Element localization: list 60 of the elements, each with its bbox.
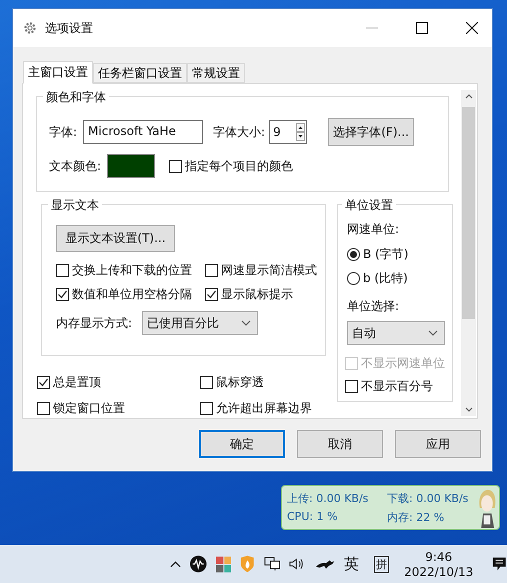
- checkbox[interactable]: 显示鼠标提示: [205, 286, 317, 303]
- ime-indicator[interactable]: 拼: [374, 556, 390, 572]
- checkbox[interactable]: 总是置顶: [37, 374, 200, 391]
- choose-font-button[interactable]: 选择字体(F)...: [328, 118, 414, 146]
- close-icon[interactable]: [466, 22, 478, 34]
- text-settings-button[interactable]: 显示文本设置(T)...: [56, 225, 175, 252]
- app-tiles-icon[interactable]: [216, 556, 232, 572]
- font-field[interactable]: Microsoft YaHe: [83, 120, 204, 144]
- memory-mode-dropdown[interactable]: 已使用百分比: [142, 311, 258, 335]
- scrollbar[interactable]: [461, 90, 476, 416]
- checkbox[interactable]: 不显示百分号: [345, 378, 446, 395]
- group-title: 颜色和字体: [43, 89, 109, 106]
- chevron-down-icon: [428, 330, 438, 336]
- spin-arrows-icon[interactable]: [296, 123, 306, 141]
- check-icon: [57, 289, 68, 300]
- chevron-up-icon[interactable]: [464, 94, 472, 99]
- font-size-spinner[interactable]: 9: [269, 120, 308, 144]
- chevron-down-icon[interactable]: [464, 407, 472, 412]
- tab[interactable]: 主窗口设置: [23, 61, 93, 84]
- color-swatch[interactable]: [107, 154, 156, 178]
- dialog-button[interactable]: 应用: [395, 430, 481, 458]
- radio-button[interactable]: B (字节): [347, 246, 446, 263]
- check-icon: [206, 289, 217, 300]
- group-title: 单位设置: [342, 197, 396, 214]
- unit-select-label: 单位选择:: [347, 298, 400, 315]
- unit-dropdown[interactable]: 自动: [347, 321, 445, 345]
- font-label: 字体:: [49, 124, 78, 140]
- language-indicator[interactable]: 英: [344, 554, 360, 574]
- stat-text: 上传: 0.00 KB/s: [287, 490, 370, 506]
- font-size-label: 字体大小:: [213, 124, 266, 140]
- waveform-icon[interactable]: [190, 555, 207, 573]
- group-title: 显示文本: [48, 197, 102, 214]
- maximize-icon[interactable]: [416, 22, 428, 34]
- network-icon[interactable]: [264, 556, 280, 572]
- memory-mode-label: 内存显示方式:: [56, 314, 132, 332]
- check-icon: [38, 377, 49, 388]
- text-color-label: 文本颜色:: [49, 158, 102, 174]
- clock-time[interactable]: 9:46: [425, 550, 452, 564]
- speed-unit-label: 网速单位:: [347, 221, 400, 238]
- checkbox[interactable]: 交换上传和下载的位置: [56, 262, 205, 279]
- dialog-button[interactable]: 确定: [199, 430, 285, 458]
- chevron-up-icon[interactable]: [170, 560, 182, 568]
- stat-text: CPU: 1 %: [287, 510, 339, 524]
- radio-button[interactable]: b (比特): [347, 270, 446, 287]
- gear-icon: [23, 21, 37, 35]
- checkbox[interactable]: 鼠标穿透: [200, 374, 326, 391]
- tab[interactable]: 常规设置: [187, 63, 245, 83]
- dialog-button[interactable]: 取消: [297, 430, 383, 458]
- checkbox[interactable]: 指定每个项目的颜色: [169, 158, 294, 174]
- checkbox[interactable]: 网速显示简洁模式: [205, 262, 317, 279]
- stat-text: 下载: 0.00 KB/s: [387, 490, 468, 506]
- checkbox[interactable]: 允许超出屏幕边界: [200, 400, 326, 417]
- window-title: 选项设置: [45, 20, 93, 36]
- clock-date[interactable]: 2022/10/13: [404, 564, 474, 578]
- chevron-down-icon: [241, 320, 252, 326]
- stat-text: 内存: 22 %: [387, 510, 446, 524]
- checkbox[interactable]: 锁定窗口位置: [37, 400, 200, 417]
- tab[interactable]: 任务栏窗口设置: [93, 63, 187, 83]
- checkbox[interactable]: 数值和单位用空格分隔: [56, 286, 205, 303]
- notification-icon[interactable]: [492, 556, 507, 572]
